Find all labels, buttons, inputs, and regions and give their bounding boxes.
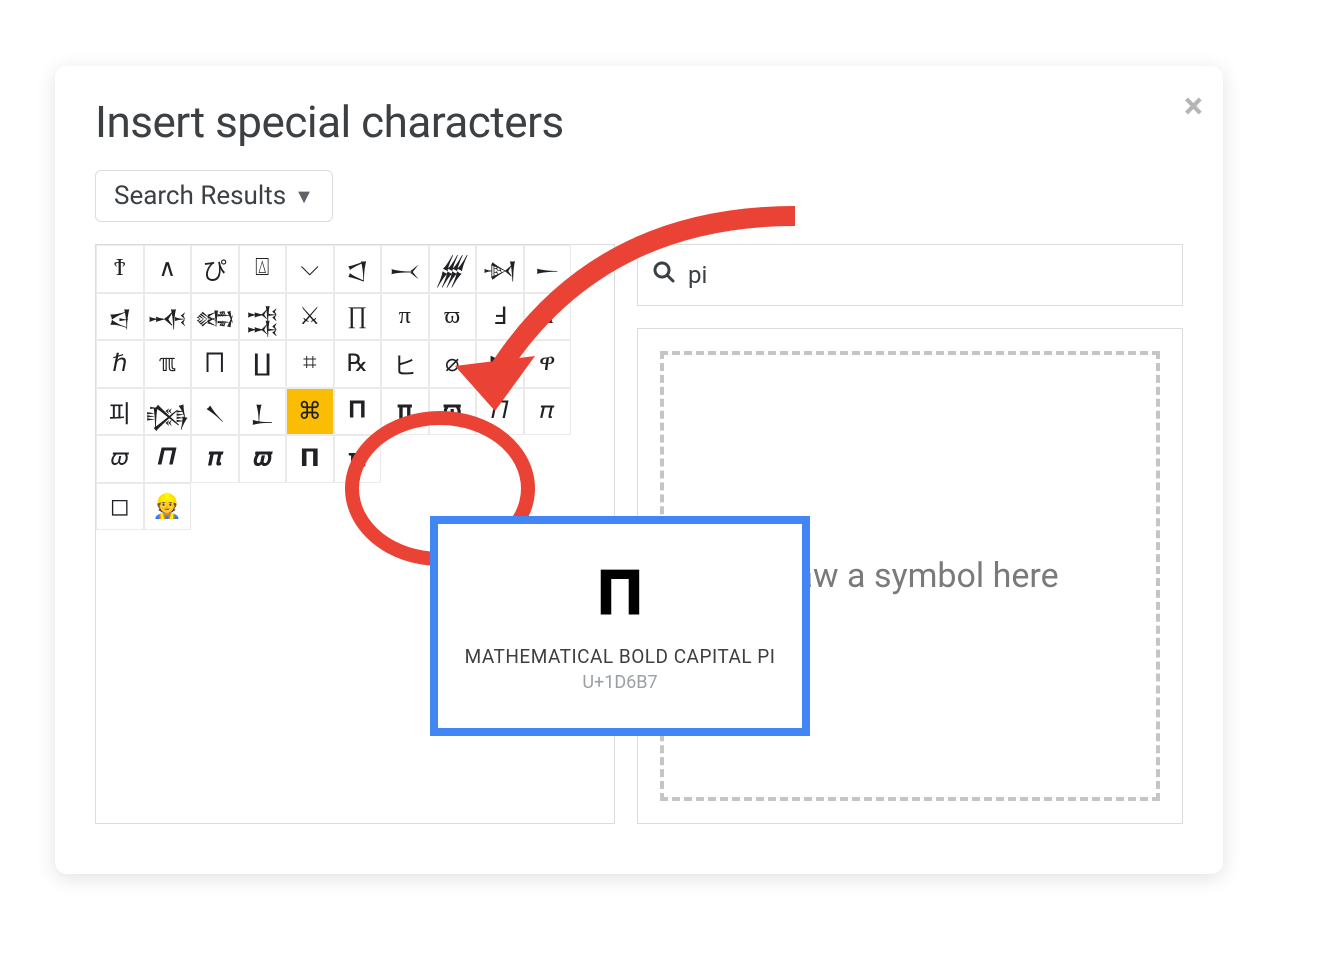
character-cell[interactable]: ぴ: [191, 245, 239, 293]
dialog-title: Insert special characters: [95, 96, 1183, 148]
character-cell[interactable]: ⍍: [239, 245, 287, 293]
close-button[interactable]: ×: [1184, 88, 1203, 124]
character-cell[interactable]: π: [381, 293, 429, 341]
character-cell[interactable]: ∧: [144, 245, 192, 293]
character-cell[interactable]: 𝝕: [239, 435, 287, 483]
character-cell[interactable]: 𝜫: [144, 435, 192, 483]
character-cell[interactable]: Ϯ: [96, 245, 144, 293]
character-cell[interactable]: ⨅: [191, 340, 239, 388]
character-cell[interactable]: 피: [96, 388, 144, 436]
character-cell[interactable]: ∏: [334, 293, 382, 341]
character-cell[interactable]: ヒ: [381, 340, 429, 388]
character-cell[interactable]: 𒀶: [334, 245, 382, 293]
character-cell[interactable]: 𝝥: [286, 435, 334, 483]
annotation-arrow: [435, 196, 815, 446]
special-characters-dialog: × Insert special characters Search Resul…: [55, 66, 1223, 874]
dropdown-label: Search Results: [114, 181, 286, 211]
character-cell-empty: [286, 483, 334, 531]
character-cell[interactable]: 𝜛: [96, 435, 144, 483]
character-cell[interactable]: 𒁆: [144, 388, 192, 436]
character-cell-empty: [191, 483, 239, 531]
character-tooltip: 𝚷 MATHEMATICAL BOLD CAPITAL PI U+1D6B7: [430, 516, 810, 736]
character-cell[interactable]: 𒁄: [144, 293, 192, 341]
character-cell[interactable]: ◻: [96, 483, 144, 531]
character-cell[interactable]: 𒁅: [239, 293, 287, 341]
tooltip-name: MATHEMATICAL BOLD CAPITAL PI: [465, 645, 776, 668]
character-cell[interactable]: ⌗: [286, 340, 334, 388]
character-cell[interactable]: ℼ: [144, 340, 192, 388]
chevron-down-icon: ▼: [294, 184, 314, 209]
character-cell[interactable]: ∐: [239, 340, 287, 388]
character-cell[interactable]: 𝚷: [334, 388, 382, 436]
category-dropdown[interactable]: Search Results ▼: [95, 170, 333, 222]
character-cell[interactable]: ⌵: [286, 245, 334, 293]
character-cell[interactable]: ℞: [334, 340, 382, 388]
character-cell[interactable]: ℏ: [96, 340, 144, 388]
character-cell[interactable]: 𒀹: [191, 388, 239, 436]
character-cell[interactable]: 👷: [144, 483, 192, 531]
character-cell-empty: [239, 483, 287, 531]
character-cell[interactable]: 𝝅: [191, 435, 239, 483]
character-cell[interactable]: 𒁁: [381, 245, 429, 293]
character-cell[interactable]: 𒀷: [191, 293, 239, 341]
character-cell[interactable]: 𒁀: [96, 293, 144, 341]
tooltip-codepoint: U+1D6B7: [582, 672, 657, 693]
character-cell[interactable]: ⌘: [286, 388, 334, 436]
tooltip-glyph: 𝚷: [597, 560, 643, 629]
character-cell[interactable]: ⚔: [286, 293, 334, 341]
character-cell[interactable]: 𒁇: [239, 388, 287, 436]
